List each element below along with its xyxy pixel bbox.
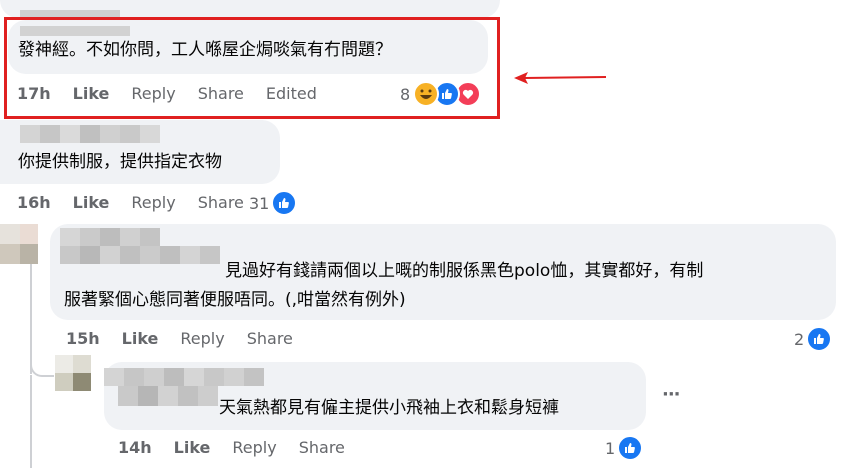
avatar[interactable]	[55, 355, 91, 391]
avatar[interactable]	[0, 224, 38, 264]
reply-actions: 14h Like Reply Share	[118, 438, 367, 457]
timestamp[interactable]: 14h	[118, 438, 152, 457]
share-action[interactable]: Share	[198, 193, 244, 212]
blurred-username[interactable]	[20, 125, 160, 143]
comment-actions-3: 15h Like Reply Share	[66, 329, 315, 348]
more-options-icon[interactable]: ···	[662, 384, 680, 405]
share-action[interactable]: Share	[299, 438, 345, 457]
reactions-3[interactable]: 2	[794, 326, 833, 352]
comment-text-2: 你提供制服，提供指定衣物	[18, 152, 222, 172]
like-action[interactable]: Like	[174, 438, 211, 457]
reactions-4[interactable]: 1	[605, 435, 644, 461]
haha-icon	[413, 81, 440, 107]
blurred-username[interactable]	[60, 228, 220, 264]
like-icon	[806, 326, 833, 352]
reaction-count: 1	[605, 438, 616, 458]
red-arrow-icon	[514, 72, 607, 84]
share-action[interactable]: Share	[247, 329, 293, 348]
timestamp[interactable]: 16h	[17, 193, 51, 212]
reply-action[interactable]: Reply	[131, 193, 175, 212]
thread-curve	[30, 355, 54, 377]
reply-action[interactable]: Reply	[180, 329, 224, 348]
comment-text-3-line2: 服著緊個心態同著便服唔同。(,咁當然有例外)	[64, 290, 406, 310]
like-icon	[271, 190, 298, 216]
reaction-count: 31	[249, 193, 270, 213]
comment-text-3-line1: 見過好有錢請兩個以上嘅的制服係黑色polo恤，其實都好，有制	[225, 261, 704, 281]
reply-text: 天氣熱都見有僱主提供小飛袖上衣和鬆身短褲	[219, 398, 559, 418]
reaction-count: 2	[794, 329, 805, 349]
reply-action[interactable]: Reply	[232, 438, 276, 457]
comment-actions-2: 16h Like Reply Share	[17, 193, 266, 212]
like-icon	[617, 435, 644, 461]
reactions-2[interactable]: 31	[249, 190, 298, 216]
timestamp[interactable]: 15h	[66, 329, 100, 348]
like-action[interactable]: Like	[122, 329, 159, 348]
thread-line	[30, 375, 32, 468]
like-action[interactable]: Like	[73, 193, 110, 212]
